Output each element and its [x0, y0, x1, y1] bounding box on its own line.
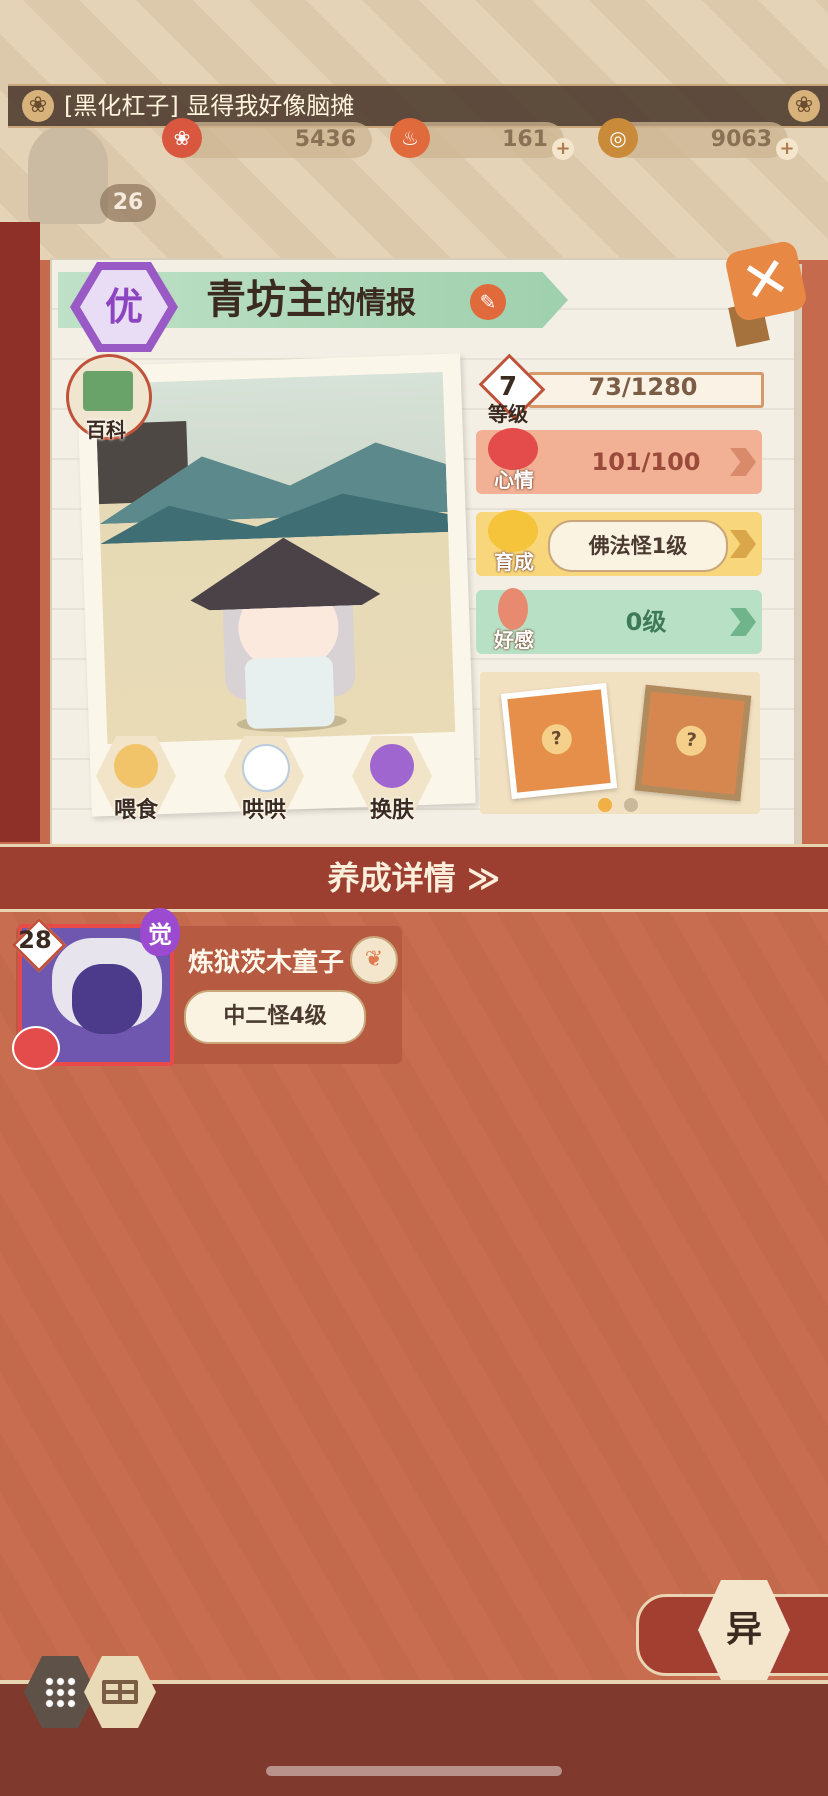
title-suffix: 的情报	[326, 286, 416, 321]
resource-value: 161	[502, 127, 548, 152]
edit-name-button[interactable]: ✎	[470, 284, 506, 320]
kimono-icon	[370, 744, 414, 788]
grid-icon	[44, 1676, 76, 1708]
awakened-badge: 觉	[140, 908, 180, 956]
mystery-card[interactable]: ?	[634, 684, 752, 802]
growth-details-toggle[interactable]: 养成详情 ≫	[0, 844, 828, 912]
carousel-dot[interactable]	[624, 798, 638, 812]
leaf-icon[interactable]: ❦	[350, 936, 398, 984]
milk-carton-icon	[242, 744, 290, 792]
monster-name: 青坊主	[206, 277, 326, 323]
flower-icon: ❀	[788, 90, 820, 122]
portrait-face	[72, 964, 142, 1034]
page-title: 青坊主的情报	[206, 274, 416, 330]
carousel-dot-active[interactable]	[598, 798, 612, 812]
character-body	[244, 656, 335, 730]
player-level: 26	[100, 184, 156, 222]
question-icon: ?	[674, 724, 708, 758]
book-spine	[0, 222, 40, 842]
level-label: 等级	[488, 402, 528, 426]
growth-label: 育成	[494, 550, 534, 574]
comfort-label: 哄哄	[241, 798, 286, 823]
feed-label: 喂食	[113, 798, 158, 823]
mood-token-icon: ❀	[162, 118, 202, 158]
mood-icon	[12, 1026, 60, 1070]
ticker-text: [黑化杠子] 显得我好像脑摊	[64, 92, 355, 120]
chevron-right-icon	[730, 448, 756, 476]
favor-label: 好感	[494, 628, 534, 652]
entry-level: 28	[18, 926, 52, 954]
add-coin-button[interactable]: +	[776, 138, 798, 160]
add-spirit-button[interactable]: +	[552, 138, 574, 160]
mystery-card[interactable]: ?	[500, 682, 618, 800]
favor-value: 0级	[625, 608, 667, 636]
resource-spirit: ♨ 161 +	[390, 118, 574, 160]
coin-icon: ◎	[598, 118, 638, 158]
skin-label: 换肤	[369, 798, 414, 823]
book-icon	[83, 371, 133, 411]
player-avatar[interactable]	[28, 124, 108, 224]
favor-row[interactable]: 好感 0级	[476, 588, 762, 654]
close-button[interactable]: ✕	[723, 239, 809, 323]
mood-row[interactable]: 心情 101/100	[476, 428, 762, 494]
monster-scene[interactable]	[94, 372, 456, 744]
entry-name: 炼狱茨木童子	[188, 948, 345, 978]
resource-mood-token: ❀ 5436	[162, 118, 372, 158]
chevron-right-icon	[730, 608, 756, 636]
character-hat	[188, 534, 380, 611]
resource-value: 9063	[710, 127, 772, 152]
flower-icon: ❀	[22, 90, 54, 122]
noodle-bowl-icon	[114, 744, 158, 788]
growth-row[interactable]: 育成 佛法怪1级	[476, 510, 762, 576]
spirit-icon: ♨	[390, 118, 430, 158]
list-icon	[102, 1680, 138, 1704]
exp-value: 73/1280	[588, 373, 698, 401]
entry-tier: 中二怪4级	[184, 990, 366, 1044]
resource-coin: ◎ 9063 +	[598, 118, 798, 160]
mood-value: 101/100	[591, 448, 701, 476]
question-icon: ?	[540, 722, 574, 756]
growth-tier: 佛法怪1级	[548, 520, 728, 572]
chevron-right-icon	[730, 530, 756, 558]
mood-label: 心情	[494, 468, 534, 492]
resource-value: 5436	[294, 127, 356, 152]
wiki-label: 百科	[86, 418, 126, 442]
home-indicator[interactable]	[266, 1766, 562, 1776]
